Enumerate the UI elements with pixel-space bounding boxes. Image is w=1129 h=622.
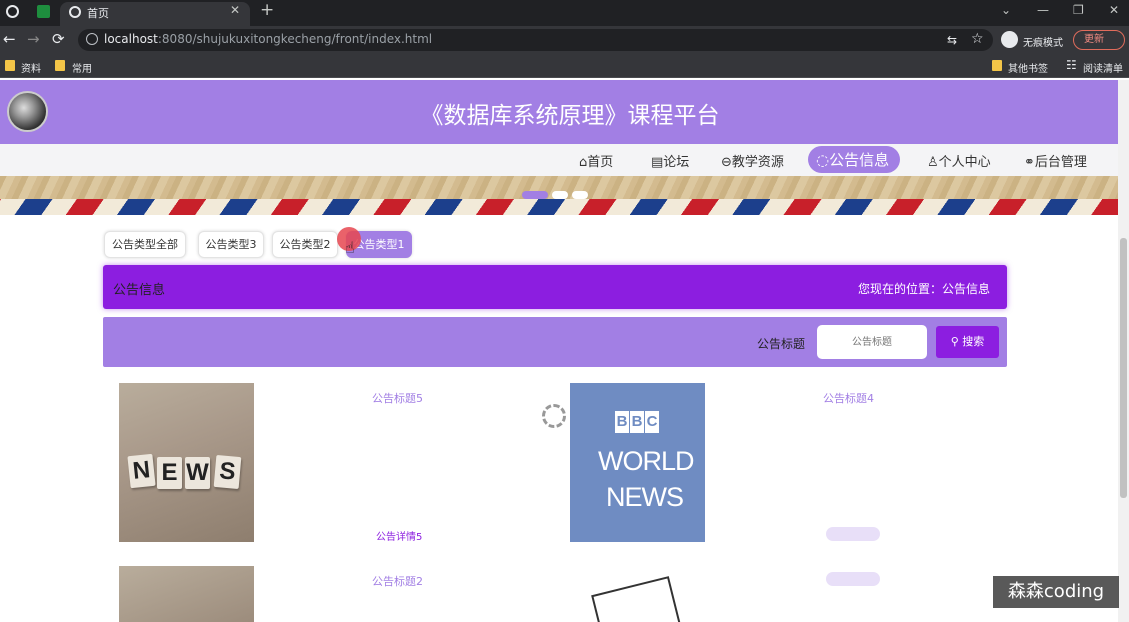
search-icon: ⚲ bbox=[950, 335, 963, 348]
news-letter: S bbox=[213, 454, 242, 490]
hand-cursor-icon: ☝ bbox=[345, 238, 355, 257]
url-text[interactable]: localhost:8080/shujukuxitongkecheng/fron… bbox=[104, 32, 432, 46]
translate-icon[interactable]: ⇆ bbox=[947, 33, 957, 47]
search-input[interactable] bbox=[817, 325, 927, 359]
banner-stripes bbox=[0, 199, 1118, 215]
folder-icon bbox=[992, 60, 1002, 71]
breadcrumb: 您现在的位置：公告信息 bbox=[858, 282, 991, 296]
category-2[interactable]: 公告类型2 bbox=[272, 231, 338, 258]
back-icon[interactable]: ← bbox=[3, 30, 16, 48]
nav-home[interactable]: ⌂首页 bbox=[579, 151, 613, 170]
restore-icon[interactable]: ❐ bbox=[1073, 3, 1084, 17]
thumb-text: WORLD bbox=[598, 446, 694, 476]
close-window-icon[interactable]: ✕ bbox=[1109, 3, 1119, 17]
carousel-dot[interactable] bbox=[552, 191, 568, 199]
watermark: 森森coding bbox=[993, 576, 1119, 608]
news-detail-link[interactable]: 公告详情5 bbox=[376, 528, 422, 543]
nav-forum[interactable]: ▤论坛 bbox=[651, 151, 689, 170]
info-icon[interactable] bbox=[86, 33, 98, 45]
tab-title: 首页 bbox=[87, 7, 109, 20]
reading-list[interactable]: 阅读清单 bbox=[1083, 60, 1123, 75]
news-title[interactable]: 公告标题5 bbox=[372, 390, 423, 406]
globe-icon bbox=[69, 6, 81, 18]
news-thumbnail[interactable]: N E W S bbox=[119, 383, 254, 542]
news-detail-placeholder bbox=[826, 527, 880, 541]
bbc-logo: BBC bbox=[615, 411, 660, 433]
nav-notices[interactable]: ◌公告信息 bbox=[816, 149, 889, 170]
nav-admin[interactable]: ⚭后台管理 bbox=[1024, 151, 1087, 170]
loading-icon bbox=[542, 404, 566, 428]
news-thumbnail[interactable] bbox=[119, 566, 254, 622]
section-title: 公告信息 bbox=[113, 283, 166, 298]
sheets-icon[interactable] bbox=[37, 5, 50, 18]
news-letter: N bbox=[127, 453, 156, 489]
forward-icon[interactable]: → bbox=[27, 30, 40, 48]
bookmark-item-other[interactable]: 其他书签 bbox=[1008, 60, 1048, 75]
news-title[interactable]: 公告标题4 bbox=[823, 390, 874, 406]
folder-icon bbox=[5, 60, 15, 71]
carousel-dot[interactable] bbox=[572, 191, 588, 199]
user-icon: ♙ bbox=[927, 155, 939, 170]
bookmark-item[interactable]: 常用 bbox=[72, 60, 92, 75]
news-letter: W bbox=[185, 457, 210, 489]
news-thumbnail[interactable] bbox=[591, 576, 681, 622]
star-icon[interactable]: ☆ bbox=[971, 31, 984, 47]
forum-icon: ▤ bbox=[651, 155, 664, 170]
search-button[interactable]: ⚲ 搜索 bbox=[936, 326, 999, 358]
news-letter: E bbox=[157, 457, 182, 489]
scroll-thumb[interactable] bbox=[1120, 238, 1127, 498]
globe-icon[interactable] bbox=[6, 5, 19, 18]
incognito-label: 无痕模式 bbox=[1023, 38, 1063, 49]
folder-icon bbox=[55, 60, 65, 71]
news-title[interactable]: 公告标题2 bbox=[372, 573, 423, 589]
link-icon: ⚭ bbox=[1024, 155, 1035, 170]
search-label: 公告标题 bbox=[757, 337, 806, 351]
reload-icon[interactable]: ⟳ bbox=[52, 30, 65, 48]
category-all[interactable]: 公告类型全部 bbox=[104, 231, 186, 258]
new-tab-icon[interactable]: + bbox=[260, 0, 274, 20]
thumb-text: NEWS bbox=[606, 482, 684, 512]
reading-list-icon: ☷ bbox=[1066, 58, 1077, 72]
site-title: 《数据库系统原理》课程平台 bbox=[420, 103, 720, 129]
nav-profile[interactable]: ♙个人中心 bbox=[927, 151, 991, 170]
category-3[interactable]: 公告类型3 bbox=[198, 231, 264, 258]
bookmark-item[interactable]: 资料 bbox=[21, 60, 41, 75]
notice-icon: ◌ bbox=[816, 151, 830, 169]
carousel-dot-active[interactable] bbox=[522, 191, 548, 199]
news-title-placeholder bbox=[826, 572, 880, 586]
bookmarks-bar bbox=[0, 54, 1129, 78]
incognito-icon[interactable] bbox=[1001, 31, 1018, 48]
close-icon[interactable]: ✕ bbox=[230, 3, 240, 17]
nav-resources[interactable]: ⊖教学资源 bbox=[721, 151, 784, 170]
resources-icon: ⊖ bbox=[721, 155, 732, 170]
update-button[interactable]: 更新 bbox=[1073, 30, 1125, 50]
chevron-down-icon[interactable]: ⌄ bbox=[1001, 3, 1011, 17]
minimize-icon[interactable]: — bbox=[1037, 3, 1049, 17]
